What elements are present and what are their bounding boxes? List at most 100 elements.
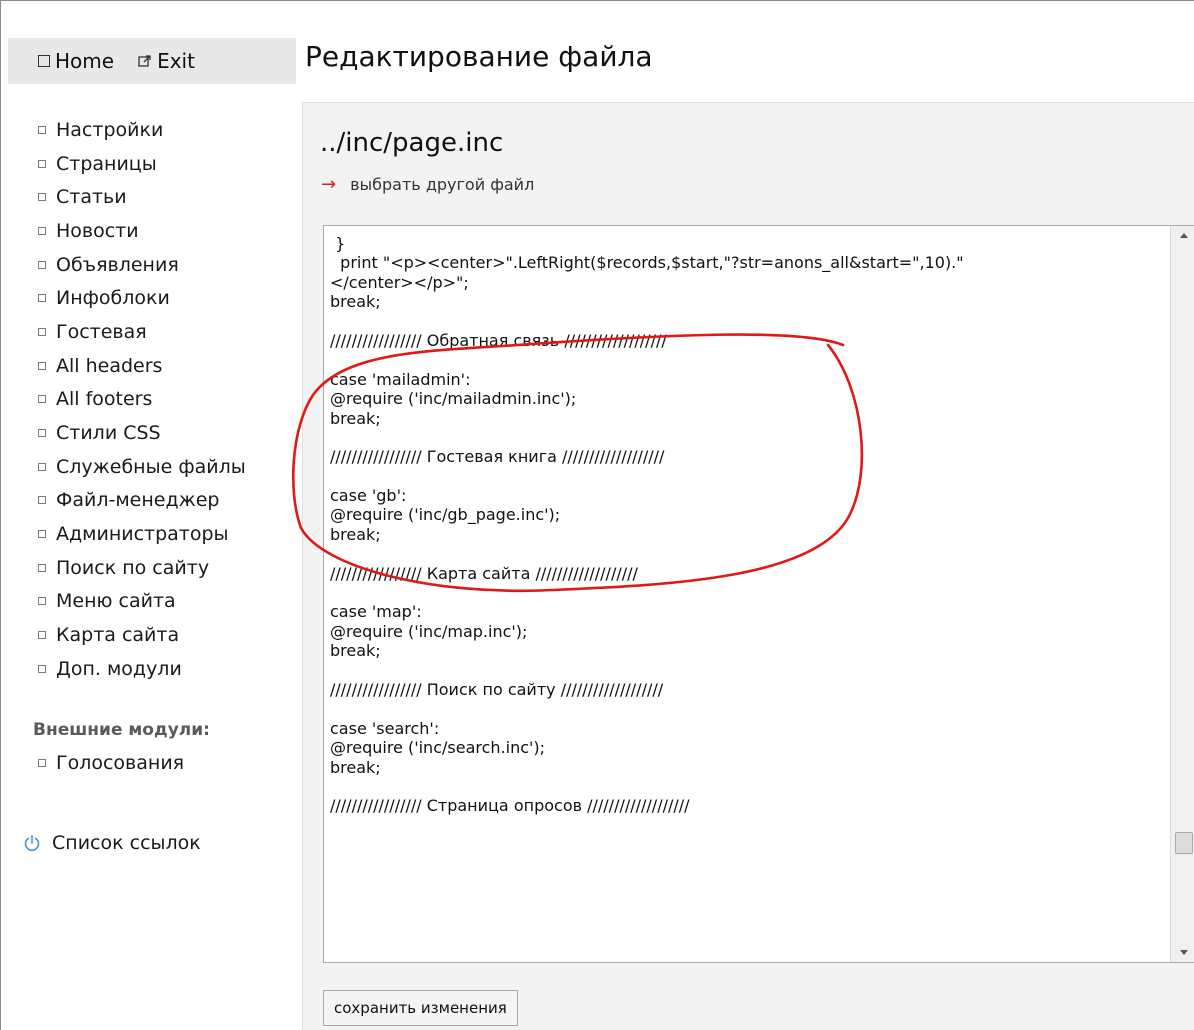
home-label: Home xyxy=(55,49,115,73)
code-line: break; xyxy=(330,641,381,661)
code-line: } xyxy=(330,234,346,253)
sidebar-item-6[interactable]: Гостевая xyxy=(38,315,298,349)
code-line: case 'search': xyxy=(330,718,440,738)
code-line: ///////////////// Карта сайта //////////… xyxy=(330,563,638,583)
sidebar-item-12[interactable]: Администраторы xyxy=(38,517,298,551)
sidebar-item-3[interactable]: Новости xyxy=(38,214,298,248)
code-line: break; xyxy=(330,524,381,544)
sidebar-item-label: Стили CSS xyxy=(56,422,161,445)
content-panel: ../inc/page.inc → выбрать другой файл } … xyxy=(292,102,1194,1030)
sidebar-menu: Настройки Страницы Статьи Новости Объявления… xyxy=(38,113,298,686)
bullet-icon xyxy=(38,496,46,505)
sidebar-item-label: Голосования xyxy=(56,751,185,774)
external-module-item-0[interactable]: Голосования xyxy=(38,746,298,780)
sidebar-item-label: Администраторы xyxy=(56,523,229,546)
code-line: ///////////////// Обратная связь ///////… xyxy=(330,330,667,350)
sidebar-item-label: Поиск по сайту xyxy=(56,556,210,579)
bullet-icon xyxy=(38,664,46,673)
code-line: case 'map': xyxy=(330,602,422,622)
external-link-icon xyxy=(138,55,151,67)
save-changes-button[interactable]: сохранить изменения xyxy=(323,990,518,1026)
sidebar-item-label: Страницы xyxy=(56,152,157,175)
code-line: @require ('inc/mailadmin.inc'); xyxy=(330,389,577,409)
code-line: @require ('inc/gb_page.inc'); xyxy=(330,505,561,525)
sidebar-item-label: Карта сайта xyxy=(56,624,180,647)
code-line: print "<p><center>".LeftRight($records,$… xyxy=(330,253,964,273)
window-top-border xyxy=(0,0,1194,1)
scroll-up-icon[interactable] xyxy=(1180,233,1188,238)
scrollbar-thumb[interactable] xyxy=(1175,832,1193,854)
bullet-icon xyxy=(38,563,46,572)
sidebar-item-16[interactable]: Доп. модули xyxy=(38,652,298,686)
file-path: ../inc/page.inc xyxy=(320,128,504,158)
scroll-down-icon[interactable] xyxy=(1180,950,1188,955)
sidebar-item-label: Меню сайта xyxy=(56,590,176,613)
bullet-icon xyxy=(38,125,46,134)
sidebar-item-label: Файл-менеджер xyxy=(56,489,220,512)
bullet-icon xyxy=(38,327,46,336)
sidebar-item-label: Статьи xyxy=(56,186,127,209)
code-line: ///////////////// Страница опросов /////… xyxy=(330,796,690,816)
home-link[interactable]: Home xyxy=(38,49,114,73)
sidebar-item-label: Гостевая xyxy=(56,320,147,343)
sidebar-item-label: Новости xyxy=(56,219,139,242)
bullet-icon xyxy=(38,631,46,640)
bullet-icon xyxy=(38,226,46,235)
code-line: @require ('inc/search.inc'); xyxy=(330,738,546,758)
choose-other-file-link[interactable]: → выбрать другой файл xyxy=(321,174,534,195)
bullet-icon xyxy=(38,758,46,767)
code-line: @require ('inc/map.inc'); xyxy=(330,621,528,641)
code-line: break; xyxy=(330,292,381,312)
external-modules-heading: Внешние модули: xyxy=(33,719,210,740)
bullet-icon xyxy=(38,429,46,438)
sidebar-item-13[interactable]: Поиск по сайту xyxy=(38,551,298,585)
scrollbar[interactable] xyxy=(1170,226,1194,962)
arrow-right-icon: → xyxy=(321,174,337,195)
sidebar-item-label: All headers xyxy=(56,354,163,377)
sidebar-item-label: Инфоблоки xyxy=(56,287,170,310)
power-icon xyxy=(24,835,40,852)
sidebar: Настройки Страницы Статьи Новости Объявления… xyxy=(33,113,298,780)
home-icon xyxy=(38,55,50,67)
bullet-icon xyxy=(38,361,46,370)
code-line: break; xyxy=(330,408,381,428)
bullet-icon xyxy=(38,530,46,539)
sidebar-item-14[interactable]: Меню сайта xyxy=(38,585,298,619)
bullet-icon xyxy=(38,395,46,404)
sidebar-item-label: Настройки xyxy=(56,118,164,141)
code-line: break; xyxy=(330,757,381,777)
sidebar-item-10[interactable]: Служебные файлы xyxy=(38,450,298,484)
sidebar-item-11[interactable]: Файл-менеджер xyxy=(38,484,298,518)
sidebar-item-2[interactable]: Статьи xyxy=(38,180,298,214)
code-line: ///////////////// Гостевая книга ///////… xyxy=(330,447,665,467)
page-title: Редактирование файла xyxy=(305,40,653,73)
sidebar-item-0[interactable]: Настройки xyxy=(38,113,298,147)
sidebar-item-9[interactable]: Стили CSS xyxy=(38,416,298,450)
sidebar-item-8[interactable]: All footers xyxy=(38,383,298,417)
sidebar-item-5[interactable]: Инфоблоки xyxy=(38,281,298,315)
sidebar-item-7[interactable]: All headers xyxy=(38,349,298,383)
window-left-border xyxy=(0,0,1,1030)
exit-link[interactable]: Exit xyxy=(138,49,195,73)
sidebar-item-4[interactable]: Объявления xyxy=(38,248,298,282)
exit-label: Exit xyxy=(157,49,195,73)
code-editor[interactable]: } print "<p><center>".LeftRight($records… xyxy=(323,225,1194,963)
bullet-icon xyxy=(38,597,46,606)
sidebar-item-15[interactable]: Карта сайта xyxy=(38,618,298,652)
sidebar-item-1[interactable]: Страницы xyxy=(38,147,298,181)
sidebar-item-label: All footers xyxy=(56,388,153,411)
bullet-icon xyxy=(38,193,46,202)
external-modules-menu: Голосования xyxy=(38,746,298,780)
bullet-icon xyxy=(38,159,46,168)
links-list-link[interactable]: Список ссылок xyxy=(22,832,201,854)
code-textarea[interactable]: } print "<p><center>".LeftRight($records… xyxy=(330,234,1168,956)
